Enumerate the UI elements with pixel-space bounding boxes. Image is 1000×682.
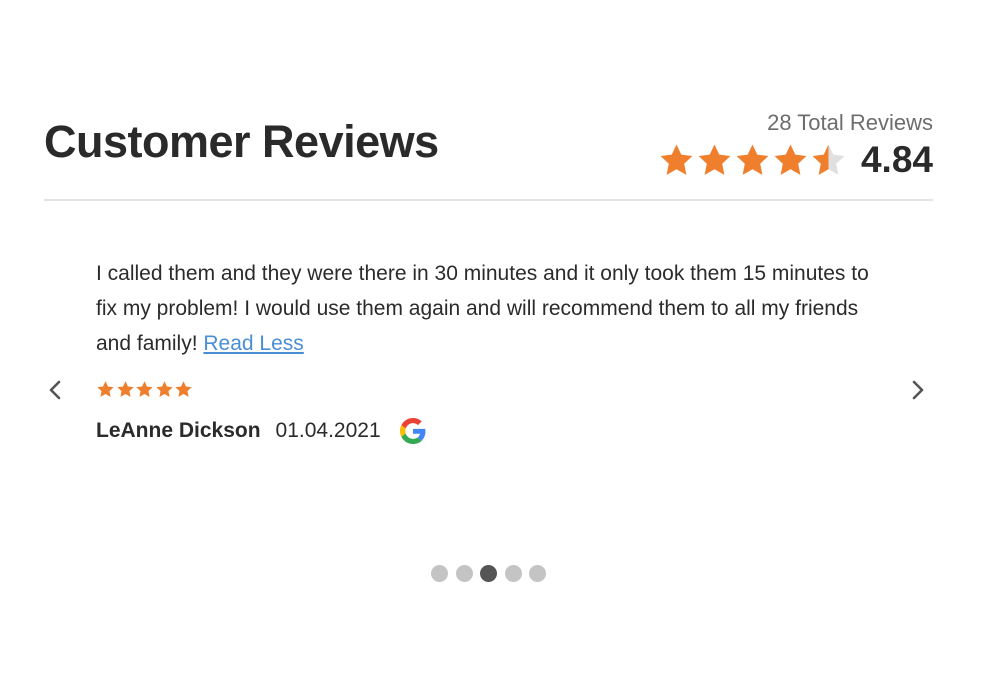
chevron-left-icon	[49, 380, 61, 400]
star-icon	[175, 381, 192, 397]
star-icon	[812, 143, 845, 175]
review-card: I called them and they were there in 30 …	[96, 256, 876, 444]
star-icon	[698, 143, 731, 175]
star-icon	[155, 381, 173, 397]
chevron-right-icon	[912, 380, 924, 400]
page-title: Customer Reviews	[44, 116, 439, 167]
read-less-link[interactable]: Read Less	[203, 332, 303, 355]
review-date: 01.04.2021	[275, 419, 381, 442]
google-icon	[399, 418, 426, 444]
rating-row: 4.84	[657, 140, 933, 180]
previous-review-button[interactable]	[41, 376, 69, 404]
star-icon	[660, 143, 693, 175]
total-reviews: 28 Total Reviews	[767, 110, 933, 135]
star-icon	[774, 143, 807, 175]
carousel-dot[interactable]	[455, 565, 473, 582]
carousel-pagination	[431, 565, 554, 582]
average-rating: 4.84	[860, 139, 933, 180]
review-text: I called them and they were there in 30 …	[96, 256, 876, 361]
review-author: LeAnne Dickson	[96, 419, 261, 442]
header-divider	[44, 199, 933, 201]
review-meta: LeAnne Dickson 01.04.2021	[96, 418, 876, 444]
reviews-header: Customer Reviews 28 Total Reviews 4.84	[44, 110, 933, 200]
star-icon	[97, 381, 114, 397]
average-star-rating	[657, 142, 847, 179]
carousel-dot[interactable]	[504, 565, 522, 582]
star-icon	[116, 381, 134, 397]
star-icon	[736, 143, 769, 175]
carousel-dot[interactable]	[431, 565, 448, 582]
review-star-rating	[96, 380, 876, 399]
next-review-button[interactable]	[904, 376, 932, 404]
rating-summary: 28 Total Reviews 4.84	[657, 110, 933, 180]
star-icon	[136, 381, 153, 397]
carousel-dot[interactable]	[480, 565, 497, 582]
carousel-dot[interactable]	[529, 565, 546, 582]
